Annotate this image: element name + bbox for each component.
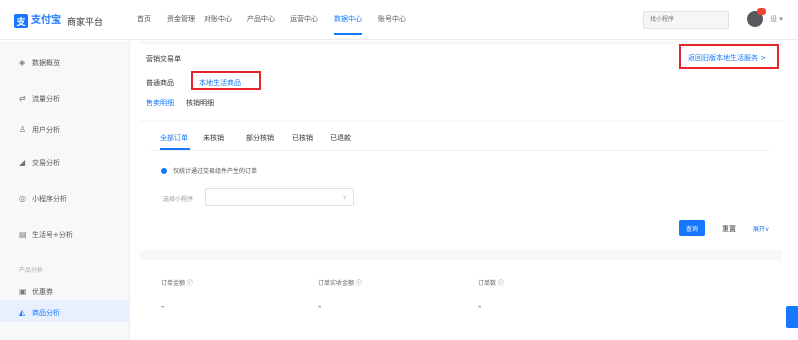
- stat-order-amount-label: 订单金额 ⓘ: [161, 280, 193, 287]
- sidebar-item-label: 商品分析: [32, 309, 60, 317]
- page-title: 营销交易单: [146, 55, 181, 63]
- stat-order-received-label: 订单实收金额 ⓘ: [318, 280, 362, 287]
- sidebar-item-life-account[interactable]: ▤ 生活号+分析: [19, 230, 73, 240]
- top-bar: 支 支付宝 商家平台 首页 资金管理 对账中心 产品中心 运营中心 数据中心 账…: [0, 0, 798, 40]
- info-notice: 仅统计通过交易组件产生的订单: [161, 166, 257, 175]
- sidebar-item-traffic[interactable]: ⇄ 流量分析: [19, 94, 60, 104]
- nav-home[interactable]: 首页: [137, 14, 151, 24]
- trade-icon: ◢: [19, 158, 26, 167]
- floating-feedback-tab[interactable]: [786, 306, 798, 328]
- sidebar-item-coupon[interactable]: ▣ 优惠券: [19, 287, 53, 297]
- search-input[interactable]: [643, 11, 729, 29]
- tab-sales-detail[interactable]: 售卖明细: [146, 98, 174, 108]
- notification-badge: [757, 8, 766, 15]
- query-button[interactable]: 查询: [679, 220, 705, 236]
- highlight-box-local-life: [191, 71, 261, 90]
- tab-not-written-off[interactable]: 未核销: [203, 133, 224, 143]
- sidebar-item-label: 流量分析: [32, 95, 60, 103]
- tab-partially-written-off[interactable]: 部分核销: [246, 133, 274, 143]
- notice-text: 仅统计通过交易组件产生的订单: [173, 168, 258, 175]
- nav-account[interactable]: 账号中心: [378, 14, 406, 24]
- stats-panel: [140, 260, 782, 340]
- nav-operations[interactable]: 运营中心: [290, 14, 318, 24]
- miniapp-icon: ◎: [19, 194, 26, 203]
- sidebar-item-miniapp[interactable]: ◎ 小程序分析: [19, 194, 67, 204]
- info-dot-icon: [161, 167, 167, 174]
- sidebar-item-label: 用户分析: [32, 126, 60, 134]
- sidebar-item-label: 生活号+分析: [32, 231, 73, 239]
- tab-written-off[interactable]: 已核销: [292, 133, 313, 143]
- stat-order-count-value: -: [478, 302, 482, 312]
- nav-data-center[interactable]: 数据中心: [334, 14, 362, 24]
- sidebar-item-goods[interactable]: ◭ 商品分析: [19, 308, 60, 318]
- coupon-icon: ▣: [19, 287, 27, 296]
- tab-writeoff-detail[interactable]: 核销明细: [186, 98, 214, 108]
- chevron-down-icon: ∨: [342, 194, 347, 201]
- miniapp-select[interactable]: ∨: [205, 188, 354, 206]
- platform-name: 商家平台: [67, 17, 104, 28]
- nav-funds[interactable]: 资金管理: [167, 14, 195, 24]
- tab-divider: [150, 150, 770, 151]
- sidebar-item-trade[interactable]: ◢ 交易分析: [19, 158, 60, 168]
- sidebar-item-users[interactable]: ♙ 用户分析: [19, 125, 60, 135]
- nav-products[interactable]: 产品中心: [247, 14, 275, 24]
- highlight-box-back-link: [679, 44, 779, 69]
- life-icon: ▤: [19, 230, 27, 239]
- sidebar-item-label: 优惠券: [32, 288, 53, 296]
- tab-all-orders[interactable]: 全部订单: [160, 133, 188, 143]
- chart-icon: ◈: [19, 58, 26, 67]
- brand-name: 支付宝: [31, 15, 61, 26]
- nav-active-indicator: [334, 33, 362, 35]
- tab-normal-goods[interactable]: 普通商品: [146, 78, 174, 88]
- traffic-icon: ⇄: [19, 94, 26, 103]
- goods-icon: ◭: [19, 308, 26, 317]
- reset-button[interactable]: 重置: [722, 224, 736, 234]
- sidebar-group-label: 产品分析: [19, 267, 44, 274]
- tab-refunded[interactable]: 已退款: [330, 133, 351, 143]
- alipay-logo-icon: 支: [14, 14, 28, 28]
- users-icon: ♙: [19, 125, 27, 134]
- user-menu[interactable]: 设 ▾: [770, 14, 783, 24]
- sidebar-item-label: 小程序分析: [32, 195, 67, 203]
- nav-reconciliation[interactable]: 对账中心: [204, 14, 232, 24]
- sidebar-item-overview[interactable]: ◈ 数据概览: [19, 58, 60, 68]
- stat-order-amount-value: -: [161, 302, 165, 312]
- sidebar-item-label: 数据概览: [32, 59, 60, 67]
- stat-order-count-label: 订单数 ⓘ: [478, 280, 504, 287]
- expand-button[interactable]: 展开∨: [753, 224, 769, 233]
- miniapp-filter-label: 选择小程序: [163, 196, 194, 203]
- stat-order-received-value: -: [318, 302, 322, 312]
- sidebar-item-label: 交易分析: [32, 159, 60, 167]
- logo[interactable]: 支 支付宝 商家平台: [14, 12, 103, 30]
